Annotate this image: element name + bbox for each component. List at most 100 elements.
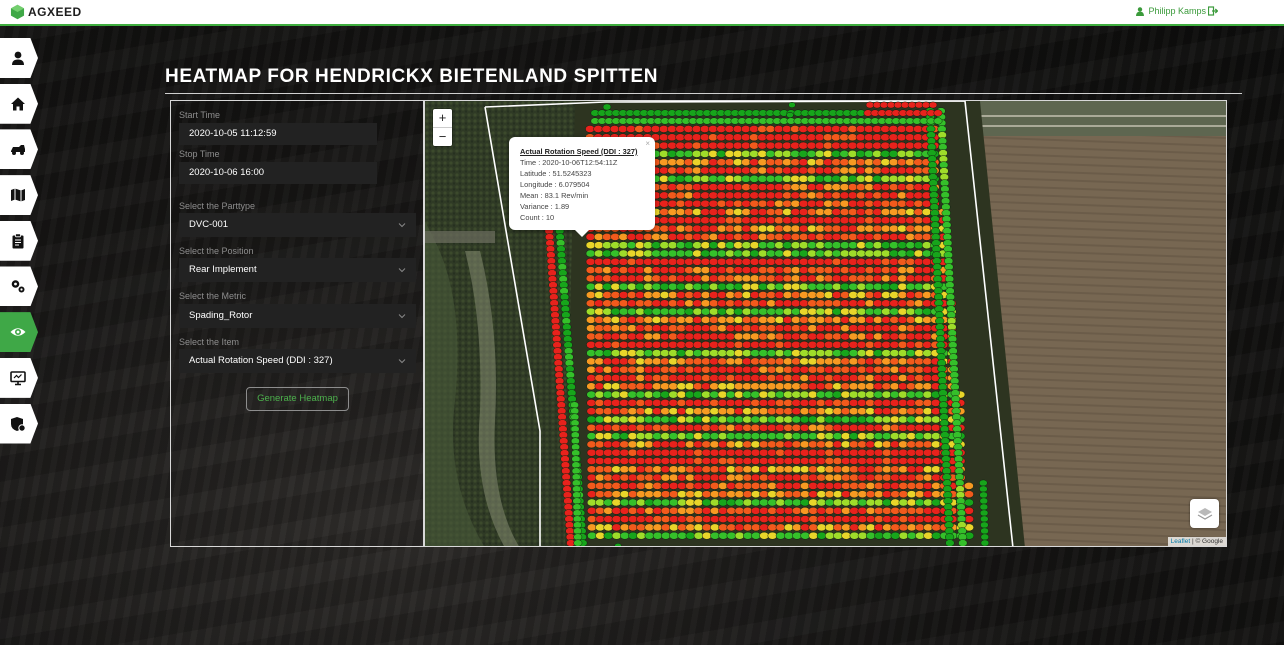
sidebar-item-vehicles[interactable] (0, 129, 38, 170)
heat-point (726, 482, 736, 490)
heat-point (701, 498, 712, 507)
heat-point (831, 125, 841, 133)
metric-select[interactable]: Spading_Rotor (179, 304, 416, 328)
heat-point (864, 282, 875, 291)
heatmap-map[interactable]: + − × Actual Rotation Speed (DDI : 327) … (424, 100, 1227, 547)
heat-point (815, 274, 826, 283)
heat-point (806, 208, 817, 216)
heat-point (857, 415, 867, 424)
heat-point (643, 423, 654, 432)
heat-point (627, 432, 638, 440)
heat-point (880, 216, 891, 225)
heat-point (831, 282, 842, 291)
heat-point (741, 241, 752, 250)
heat-point (725, 233, 735, 241)
heat-point (840, 407, 851, 416)
heat-point (651, 374, 662, 382)
heat-point (660, 506, 671, 515)
heat-point (750, 357, 760, 366)
heat-point (594, 332, 605, 341)
heat-point (587, 531, 597, 540)
heat-point (676, 465, 687, 474)
heat-point (594, 390, 605, 399)
heat-point (839, 233, 850, 241)
heat-point (717, 390, 728, 399)
heat-point (873, 473, 884, 482)
sidebar-item-devices[interactable] (0, 357, 38, 398)
heat-point (643, 241, 653, 250)
sidebar-item-maps[interactable] (0, 175, 38, 216)
heat-point (872, 241, 883, 250)
heat-point (840, 349, 851, 357)
agxeed-logo[interactable]: AGXEED (10, 4, 82, 20)
heat-point (627, 498, 638, 507)
sidebar-item-settings[interactable] (0, 266, 38, 307)
heat-point (824, 432, 835, 440)
heat-point (699, 133, 710, 142)
user-menu[interactable]: Philipp Kamps (1136, 6, 1206, 16)
heat-point (734, 432, 744, 440)
heat-point (855, 141, 866, 150)
parttype-select[interactable]: DVC-001 (179, 213, 416, 237)
stop-time-input[interactable]: 2020-10-06 16:00 (179, 162, 377, 184)
metric-label: Select the Metric (179, 291, 247, 301)
heat-point (594, 357, 605, 366)
heat-point (741, 150, 751, 158)
zoom-in-button[interactable]: + (433, 109, 452, 128)
heat-point (659, 216, 670, 225)
heat-point (832, 482, 843, 490)
sidebar-item-tasks[interactable] (0, 220, 38, 261)
leaflet-link[interactable]: Leaflet (1171, 538, 1191, 545)
heat-point (775, 515, 786, 523)
heat-point (709, 415, 720, 424)
sidebar (0, 38, 40, 449)
heat-point (857, 423, 867, 432)
heat-point (856, 249, 867, 258)
logout-icon[interactable] (1208, 6, 1218, 16)
popup-close-button[interactable]: × (645, 138, 650, 149)
position-select[interactable]: Rear Implement (179, 258, 416, 282)
sidebar-item-heatmap[interactable] (0, 312, 38, 353)
heat-point (693, 407, 703, 416)
heat-point (749, 133, 759, 142)
heat-point (758, 349, 769, 357)
heat-point (897, 316, 908, 324)
item-select[interactable]: Actual Rotation Speed (DDI : 327) (179, 349, 416, 373)
heat-point (718, 531, 729, 540)
heat-point (683, 158, 694, 167)
heat-point (898, 482, 909, 490)
heat-point (864, 340, 875, 349)
heat-point (701, 399, 711, 407)
generate-heatmap-button[interactable]: Generate Heatmap (246, 387, 349, 411)
sidebar-item-profile[interactable] (0, 38, 38, 78)
heat-point (824, 515, 835, 523)
heat-point (732, 133, 743, 142)
heat-point (602, 257, 612, 266)
heat-point (741, 208, 752, 216)
popup-longitude: Longitude : 6.079504 (520, 180, 590, 189)
layers-button[interactable] (1190, 499, 1219, 528)
heat-point (888, 133, 899, 142)
heat-point (659, 291, 670, 299)
heat-point (758, 382, 769, 391)
heat-point (709, 316, 719, 324)
heat-point (923, 531, 934, 540)
chevron-down-icon (398, 268, 406, 273)
sidebar-item-home[interactable] (0, 83, 38, 124)
heat-point (767, 515, 778, 523)
heat-point (700, 307, 711, 316)
sidebar-item-admin[interactable] (0, 403, 38, 444)
start-time-input[interactable]: 2020-10-05 11:12:59 (179, 123, 377, 145)
heat-point (751, 515, 761, 523)
heat-point (832, 473, 843, 482)
heat-point (759, 498, 769, 507)
heat-point (980, 521, 989, 529)
heat-point (693, 415, 703, 424)
heat-point (798, 257, 809, 266)
zoom-out-button[interactable]: − (433, 128, 452, 146)
heat-point (659, 174, 669, 183)
heat-point (856, 374, 867, 382)
heat-point (872, 125, 882, 133)
heat-point (815, 208, 825, 216)
heat-point (732, 166, 743, 175)
